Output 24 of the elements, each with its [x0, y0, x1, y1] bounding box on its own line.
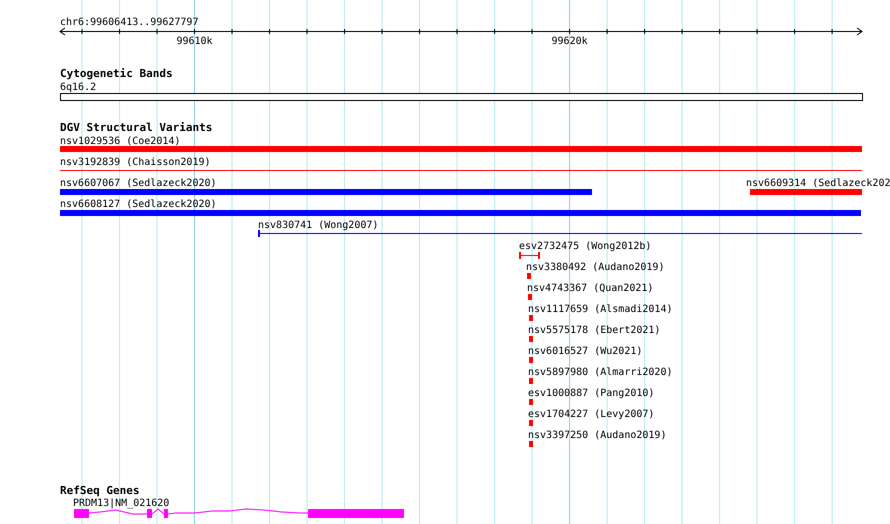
variant-label: nsv6608127 (Sedlazeck2020) — [60, 199, 217, 210]
ruler-tick-label: 99610k — [176, 36, 213, 47]
variant-label: nsv1029536 (Coe2014) — [60, 136, 180, 147]
variant-label: nsv3397250 (Audano2019) — [528, 430, 666, 441]
variant-label: nsv830741 (Wong2007) — [258, 220, 378, 231]
variant-label: nsv5575178 (Ebert2021) — [528, 325, 660, 336]
variant-label: esv1000887 (Pang2010) — [528, 388, 654, 399]
variant-label: nsv6607067 (Sedlazeck2020) — [60, 178, 217, 189]
ruler-tick-label: 99620k — [552, 36, 588, 47]
variant-label: esv1704227 (Levy2007) — [528, 409, 654, 420]
variant-label: nsv4743367 (Quan2021) — [527, 283, 654, 294]
variant-label: nsv5897980 (Almarri2020) — [528, 367, 672, 378]
variant-label: nsv1117659 (Alsmadi2014) — [528, 304, 672, 315]
track-title: RefSeq Genes — [60, 484, 140, 497]
track-title: Cytogenetic Bands — [60, 67, 173, 80]
variant-label: nsv6609314 (Sedlazeck202 — [746, 178, 890, 189]
band-label: 6q16.2 — [60, 82, 96, 93]
variant-label: nsv3192839 (Chaisson2019) — [60, 157, 211, 168]
variant-label: nsv3380492 (Audano2019) — [526, 262, 664, 273]
variant-label: nsv6016527 (Wu2021) — [528, 346, 642, 357]
track-title: DGV Structural Variants — [60, 121, 212, 134]
region-label: chr6:99606413..99627797 — [60, 17, 198, 28]
variant-label: esv2732475 (Wong2012b) — [519, 241, 652, 252]
gene-label: PRDM13|NM_021620 — [73, 498, 170, 509]
